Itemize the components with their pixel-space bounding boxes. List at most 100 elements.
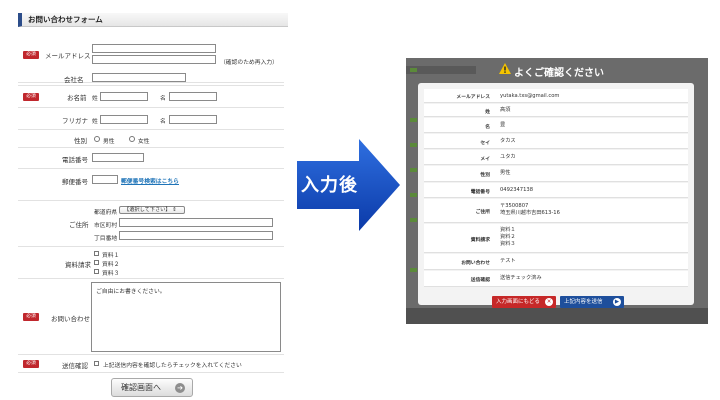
street-label: 丁目番地	[94, 236, 118, 242]
row-inquiry: 必須 お問い合わせ ご自由にお書きください。	[18, 279, 284, 355]
play-icon: ▶	[613, 298, 621, 306]
email-label: メールアドレス	[45, 52, 91, 60]
modal-row-address: ご住所 〒3500807 埼玉県川越市吉田613-16	[424, 199, 688, 223]
material-3-checkbox[interactable]	[94, 269, 99, 274]
bg-marker	[410, 218, 417, 222]
modal-row-label: 姓	[485, 110, 490, 115]
modal-row-value: 高須	[500, 107, 511, 113]
email-field[interactable]	[92, 44, 216, 53]
bg-marker	[410, 118, 417, 122]
address-label: ご住所	[69, 221, 89, 229]
modal-row-label: ご住所	[475, 210, 490, 215]
gender-male-radio[interactable]	[94, 136, 100, 142]
modal-row-label: セイ	[480, 141, 490, 146]
modal-row-label: メイ	[480, 157, 490, 162]
modal-row-value: 豊	[500, 122, 506, 128]
pref-select[interactable]: 【選択して下さい】 ⇕	[119, 206, 185, 214]
modal-row-send-confirm: 送信確認 送信チェック済み	[424, 271, 688, 287]
name-label: お名前	[67, 94, 87, 102]
gender-female-radio[interactable]	[129, 136, 135, 142]
modal-row-value: 資料２	[500, 234, 516, 240]
confirm-screenshot: よくご確認ください メールアドレス yutaka.txs@gmail.com 姓…	[406, 58, 708, 324]
modal-row-label: お問い合わせ	[461, 261, 490, 266]
flow-arrow: 入力後	[297, 139, 400, 231]
material-3-label: 資料３	[102, 271, 120, 277]
city-field[interactable]	[119, 218, 273, 227]
modal-row-value: 〒3500807	[500, 203, 529, 209]
phone-field[interactable]	[92, 153, 144, 162]
pref-label: 都道府県	[94, 210, 118, 216]
gender-female-label: 女性	[138, 139, 150, 145]
material-2-checkbox[interactable]	[94, 260, 99, 265]
zip-label: 郵便番号	[62, 178, 88, 186]
close-icon: ✕	[545, 298, 553, 306]
modal-row-value: ユタカ	[500, 154, 516, 160]
material-1-checkbox[interactable]	[94, 251, 99, 256]
modal-row-gender: 性別 男性	[424, 166, 688, 182]
modal-row-value: 0492347138	[500, 187, 534, 193]
bg-footer	[406, 308, 708, 324]
back-to-input-button[interactable]: 入力画面にもどる ✕	[492, 296, 556, 308]
modal-row-materials: 資料請求 資料１ 資料２ 資料３	[424, 224, 688, 253]
row-name: 必須 お名前 姓 名	[18, 86, 284, 108]
first-name-field[interactable]	[169, 92, 217, 101]
modal-row-value: 資料３	[500, 241, 516, 247]
modal-row-sei: 姓 高須	[424, 104, 688, 117]
contact-form: お問い合わせフォーム 必須 メールアドレス （確認のため再入力） 会社名 必須 …	[18, 13, 288, 373]
modal-row-value: テスト	[500, 258, 516, 264]
send-confirm-checkbox[interactable]	[94, 361, 99, 366]
zip-search-link[interactable]: 郵便番号検索はこちら	[121, 176, 179, 185]
street-field[interactable]	[119, 231, 273, 240]
row-address: ご住所 都道府県 【選択して下さい】 ⇕ 市区町村 丁目番地	[18, 201, 284, 247]
required-badge: 必須	[23, 360, 39, 368]
row-kana: フリガナ 姓 名	[18, 108, 284, 130]
modal-row-label: 資料請求	[470, 238, 490, 243]
kana-sei-label: 姓	[92, 119, 98, 125]
kana-first-field[interactable]	[169, 115, 217, 124]
material-1-label: 資料１	[102, 253, 120, 259]
modal-row-label: メールアドレス	[456, 95, 490, 100]
send-confirm-label: 送信確認	[62, 362, 88, 370]
modal-row-label: 電話番号	[470, 190, 490, 195]
inquiry-textarea[interactable]: ご自由にお書きください。	[91, 282, 281, 352]
form-title: お問い合わせフォーム	[18, 13, 288, 27]
company-label: 会社名	[64, 76, 84, 84]
bg-marker	[410, 143, 417, 147]
bg-marker	[410, 193, 417, 197]
arrow-label: 入力後	[301, 175, 358, 196]
confirm-button[interactable]: 確認画面へ ➔	[111, 378, 193, 397]
bg-marker	[410, 168, 417, 172]
arrow-right-icon: ➔	[175, 383, 185, 393]
send-button[interactable]: 上記内容を送信 ▶	[560, 296, 624, 308]
modal-row-mei-kana: メイ ユタカ	[424, 150, 688, 165]
back-button-label: 入力画面にもどる	[496, 299, 540, 305]
last-name-field[interactable]	[100, 92, 148, 101]
modal-row-phone: 電話番号 0492347138	[424, 183, 688, 198]
modal-row-label: 名	[485, 125, 490, 130]
gender-male-label: 男性	[103, 139, 115, 145]
kana-mei-label: 名	[160, 119, 166, 125]
row-company: 会社名	[18, 69, 284, 86]
bg-marker	[410, 68, 417, 72]
kana-label: フリガナ	[62, 117, 88, 125]
row-send-confirm: 必須 送信確認 上記送信内容を確認したらチェックを入れてください	[18, 355, 284, 373]
send-button-label: 上記内容を送信	[564, 299, 603, 305]
zip-field[interactable]	[92, 175, 118, 184]
company-field[interactable]	[92, 73, 186, 82]
modal-row-sei-kana: セイ タカス	[424, 134, 688, 149]
bg-marker	[410, 268, 417, 272]
row-zip: 郵便番号 郵便番号検索はこちら	[18, 169, 284, 201]
gender-label: 性別	[74, 137, 87, 145]
kana-last-field[interactable]	[100, 115, 148, 124]
modal-title: よくご確認ください	[514, 68, 604, 79]
modal-row-inquiry: お問い合わせ テスト	[424, 254, 688, 270]
modal-row-label: 性別	[480, 173, 490, 178]
materials-label: 資料請求	[65, 261, 91, 269]
modal-row-value: 男性	[500, 170, 511, 176]
inquiry-label: お問い合わせ	[51, 315, 90, 323]
email-confirm-field[interactable]	[92, 55, 216, 64]
modal-row-value: 埼玉県川越市吉田613-16	[500, 210, 560, 216]
modal-row-value: 資料１	[500, 227, 516, 233]
confirm-button-label: 確認画面へ	[121, 383, 161, 392]
row-gender: 性別 男性 女性	[18, 130, 284, 148]
